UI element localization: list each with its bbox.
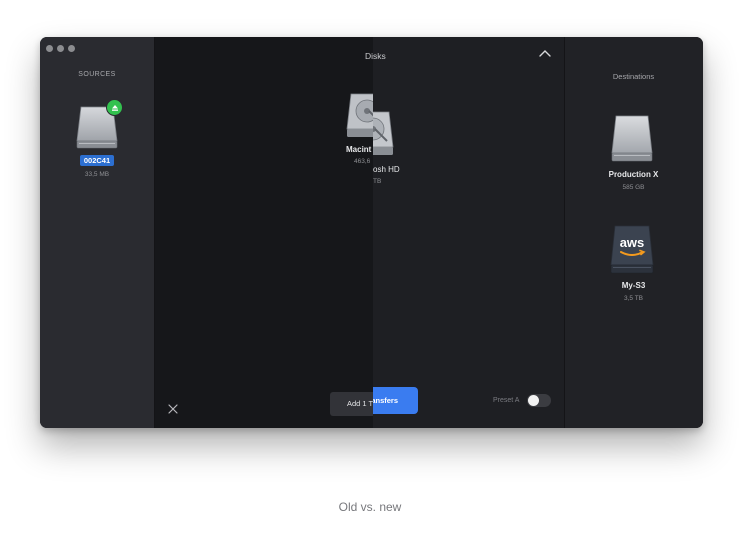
destination-name: My-S3: [621, 281, 646, 290]
add-transfers-button[interactable]: Add 1 T: [330, 392, 373, 416]
macintosh-hd-name-old: Macint: [346, 145, 372, 154]
destinations-title: Destinations: [612, 72, 655, 81]
transfers-label: ansfers: [373, 396, 398, 405]
macintosh-hd-size-new: TB: [373, 178, 382, 185]
sources-sidebar: [40, 37, 155, 428]
toggle-knob: [528, 395, 539, 406]
minimize-window-button[interactable]: [57, 45, 64, 52]
sources-title: SOURCES: [78, 71, 116, 78]
close-icon[interactable]: [168, 404, 178, 414]
destination-size: 585 GB: [622, 184, 645, 191]
preset-label: Preset A: [493, 397, 520, 404]
zoom-window-button[interactable]: [68, 45, 75, 52]
disks-title-new: sks: [373, 51, 386, 61]
eject-icon[interactable]: [106, 99, 123, 116]
disks-title-old: Di: [364, 51, 373, 61]
window-controls: [46, 45, 75, 52]
chevron-up-icon[interactable]: [538, 49, 552, 58]
start-transfers-button[interactable]: ansfers: [373, 387, 418, 414]
add-transfers-label: Add 1 T: [347, 399, 373, 408]
app-window: SOURCES 002C41 33,5 MB Di sks Macint osh…: [40, 37, 703, 428]
source-disk-size: 33,5 MB: [84, 171, 110, 178]
destination-name: Production X: [608, 170, 659, 179]
close-window-button[interactable]: [46, 45, 53, 52]
caption: Old vs. new: [338, 500, 402, 514]
hard-drive-icon[interactable]: [608, 113, 656, 163]
preset-toggle[interactable]: [527, 394, 551, 407]
macintosh-hd-name-new: osh HD: [373, 165, 400, 174]
destination-size: 3,5 TB: [623, 295, 644, 302]
old-disks-pane: [155, 37, 373, 428]
macintosh-hd-size-old: 463,6: [354, 158, 371, 165]
source-disk-label[interactable]: 002C41: [80, 155, 114, 166]
macintosh-hd-icon-old[interactable]: [343, 91, 373, 141]
macintosh-hd-icon-new[interactable]: [373, 109, 397, 159]
aws-icon[interactable]: aws: [608, 223, 656, 275]
new-disks-pane: [373, 37, 564, 428]
aws-logo-text: aws: [620, 235, 645, 250]
